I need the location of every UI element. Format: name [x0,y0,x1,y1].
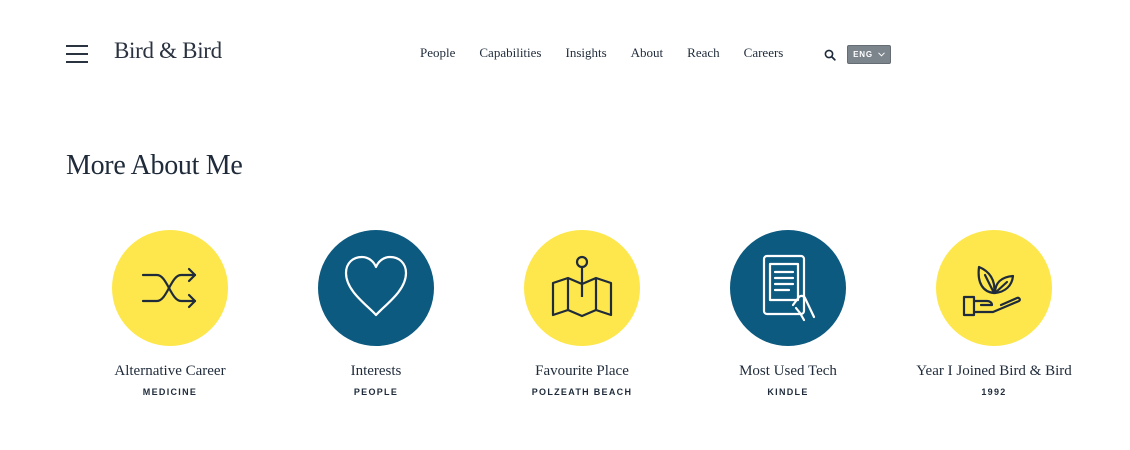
card-most-used-tech: Most Used Tech KINDLE [688,230,888,397]
main-nav: People Capabilities Insights About Reach… [420,45,807,61]
search-icon[interactable] [824,48,836,61]
card-value: PEOPLE [353,387,399,397]
nav-item-people[interactable]: People [420,45,455,61]
plant-hand-icon [962,265,1021,317]
nav-item-about[interactable]: About [631,45,664,61]
card-value: POLZEATH BEACH [531,387,633,397]
card-value: MEDICINE [142,387,198,397]
site-logo[interactable]: Bird & Bird [114,38,222,64]
heart-icon [344,255,408,317]
nav-item-insights[interactable]: Insights [566,45,607,61]
shuffle-icon [141,267,197,309]
card-label: Interests [350,363,402,379]
card-icon-circle [936,230,1052,346]
card-label: Most Used Tech [739,363,837,379]
language-label: ENG [853,50,873,59]
card-value: KINDLE [767,387,809,397]
card-label: Alternative Career [114,363,226,379]
section-title: More About Me [66,150,243,181]
chevron-down-icon [878,52,885,57]
card-label: Year I Joined Bird & Bird [916,363,1072,379]
language-selector[interactable]: ENG [847,45,891,64]
card-icon-circle [112,230,228,346]
map-pin-icon [551,255,613,318]
card-icon-circle [524,230,640,346]
hamburger-menu-icon[interactable] [66,43,88,63]
about-me-cards: Alternative Career MEDICINE Interests PE… [0,230,1130,420]
card-label: Favourite Place [535,363,629,379]
nav-item-reach[interactable]: Reach [687,45,719,61]
nav-item-capabilities[interactable]: Capabilities [479,45,541,61]
card-icon-circle [730,230,846,346]
nav-item-careers[interactable]: Careers [744,45,784,61]
card-alternative-career: Alternative Career MEDICINE [70,230,270,397]
ereader-icon [762,254,816,322]
card-value: 1992 [981,387,1007,397]
site-header: Bird & Bird People Capabilities Insights… [0,0,1130,110]
card-icon-circle [318,230,434,346]
card-interests: Interests PEOPLE [276,230,476,397]
card-favourite-place: Favourite Place POLZEATH BEACH [482,230,682,397]
card-year-joined: Year I Joined Bird & Bird 1992 [894,230,1094,397]
